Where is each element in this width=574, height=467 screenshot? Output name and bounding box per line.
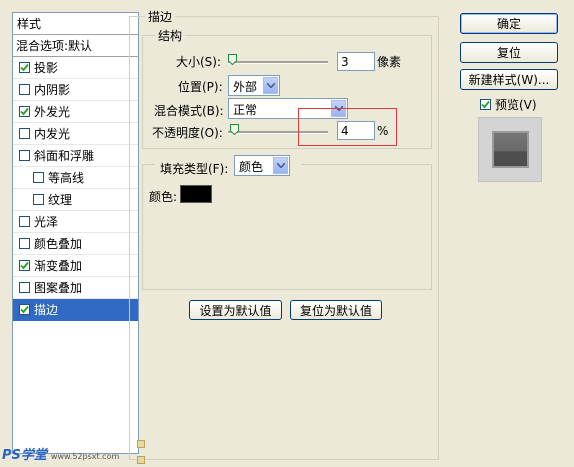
style-list-item-label: 等高线 <box>48 171 85 185</box>
style-list-item-label: 内发光 <box>34 127 71 141</box>
watermark: PS学堂 www.52psxt.com <box>2 444 119 463</box>
checkbox-icon[interactable] <box>19 128 30 139</box>
fill-groupbox <box>142 164 432 290</box>
watermark-url: www.52psxt.com <box>50 452 120 461</box>
size-label: 大小(S): <box>176 55 222 69</box>
styles-list-panel: 样式 混合选项:默认投影内阴影外发光内发光斜面和浮雕等高线纹理光泽颜色叠加渐变叠… <box>12 12 139 454</box>
checkbox-icon[interactable] <box>19 150 30 161</box>
size-value: 3 <box>341 54 349 69</box>
chevron-down-icon <box>263 77 278 94</box>
preview-label: 预览(V) <box>495 98 537 112</box>
style-list-item[interactable]: 渐变叠加 <box>13 255 138 277</box>
position-label: 位置(P): <box>178 80 223 94</box>
ok-button[interactable]: 确定 <box>460 13 558 34</box>
style-list-item[interactable]: 图案叠加 <box>13 277 138 299</box>
resize-grip-icon[interactable] <box>137 456 145 464</box>
style-list-item-label: 图案叠加 <box>34 281 83 295</box>
style-list-item[interactable]: 外发光 <box>13 101 138 123</box>
position-select[interactable]: 外部 <box>228 75 280 96</box>
size-slider-track[interactable] <box>228 61 328 64</box>
checkbox-icon[interactable] <box>33 172 44 183</box>
fill-type-value: 颜色 <box>239 160 264 174</box>
style-list-item-label: 纹理 <box>48 193 73 207</box>
checkbox-icon[interactable] <box>19 238 30 249</box>
style-list-item-label: 内阴影 <box>34 83 71 97</box>
style-list-item[interactable]: 描边 <box>13 299 138 321</box>
resize-grip-icon[interactable] <box>137 440 145 448</box>
ok-label: 确定 <box>496 17 521 31</box>
style-list-item[interactable]: 斜面和浮雕 <box>13 145 138 167</box>
opacity-slider-thumb[interactable] <box>230 124 239 136</box>
checkbox-icon[interactable] <box>19 84 30 95</box>
size-slider-thumb[interactable] <box>228 54 237 66</box>
style-list-item-label: 投影 <box>34 61 59 75</box>
style-preview-thumbnail <box>478 117 542 182</box>
highlight-annotation <box>298 108 397 146</box>
blend-mode-label: 混合模式(B): <box>154 104 224 118</box>
reset-default-button[interactable]: 复位为默认值 <box>290 300 382 320</box>
preview-swatch <box>494 133 527 166</box>
reset-default-label: 复位为默认值 <box>299 303 372 318</box>
style-list-item[interactable]: 内阴影 <box>13 79 138 101</box>
checkbox-icon[interactable] <box>19 304 30 315</box>
structure-title: 结构 <box>155 27 186 44</box>
style-list-item[interactable]: 纹理 <box>13 189 138 211</box>
style-list-item-label: 描边 <box>34 303 59 317</box>
style-list-item-label: 渐变叠加 <box>34 259 83 273</box>
fill-type-select[interactable]: 颜色 <box>234 155 290 176</box>
size-unit: 像素 <box>377 55 402 69</box>
style-list-item[interactable]: 投影 <box>13 57 138 79</box>
new-style-button[interactable]: 新建样式(W)... <box>460 69 558 90</box>
styles-header[interactable]: 样式 <box>13 13 138 35</box>
style-list-item-label: 斜面和浮雕 <box>34 149 95 163</box>
style-list-item-label: 颜色叠加 <box>34 237 83 251</box>
styles-header-label: 样式 <box>17 17 42 31</box>
size-input[interactable]: 3 <box>337 52 375 71</box>
style-list-item-label: 混合选项:默认 <box>16 39 93 53</box>
style-list-item[interactable]: 颜色叠加 <box>13 233 138 255</box>
checkbox-icon[interactable] <box>19 62 30 73</box>
set-default-label: 设置为默认值 <box>199 303 272 318</box>
reset-label: 复位 <box>496 46 521 60</box>
checkbox-icon <box>480 99 491 110</box>
checkbox-icon[interactable] <box>19 260 30 271</box>
style-list-item[interactable]: 内发光 <box>13 123 138 145</box>
set-default-button[interactable]: 设置为默认值 <box>189 300 282 320</box>
watermark-brand: PS学堂 <box>2 448 47 463</box>
blend-mode-value: 正常 <box>233 103 258 117</box>
style-list-item-label: 光泽 <box>34 215 59 229</box>
position-value: 外部 <box>233 80 258 94</box>
checkbox-icon[interactable] <box>19 106 30 117</box>
reset-button[interactable]: 复位 <box>460 42 558 63</box>
new-style-label: 新建样式(W)... <box>468 73 550 87</box>
preview-checkbox[interactable]: 预览(V) <box>480 96 537 113</box>
style-list-item[interactable]: 混合选项:默认 <box>13 35 138 57</box>
style-list-item-label: 外发光 <box>34 105 71 119</box>
opacity-label: 不透明度(O): <box>152 126 223 140</box>
stroke-title: 描边 <box>145 8 176 25</box>
style-list-item[interactable]: 等高线 <box>13 167 138 189</box>
color-label: 颜色: <box>149 190 178 204</box>
checkbox-icon[interactable] <box>19 216 30 227</box>
style-list-item[interactable]: 光泽 <box>13 211 138 233</box>
fill-type-label: 填充类型(F): <box>160 162 229 176</box>
color-swatch[interactable] <box>180 185 212 203</box>
checkbox-icon[interactable] <box>33 194 44 205</box>
chevron-down-icon <box>273 157 288 174</box>
checkbox-icon[interactable] <box>19 282 30 293</box>
